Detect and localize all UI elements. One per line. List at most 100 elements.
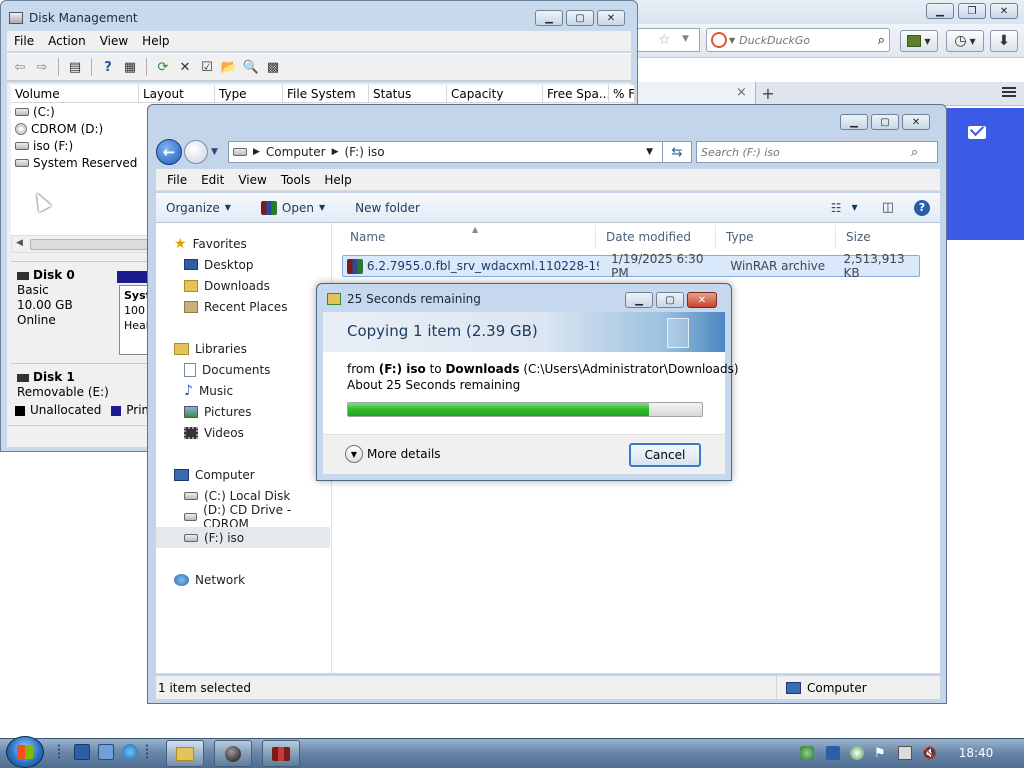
history-button[interactable]: ◷ ▼ [946, 30, 984, 52]
nav-downloads[interactable]: Downloads [184, 275, 270, 296]
close-button[interactable]: ✕ [990, 3, 1018, 19]
search-input[interactable] [739, 33, 870, 47]
search-engine-dropdown-icon[interactable]: ▼ [729, 36, 735, 45]
volume-row[interactable]: iso (F:) [11, 137, 151, 154]
close-button[interactable]: ✕ [597, 10, 625, 26]
nav-computer[interactable]: Computer [174, 464, 255, 485]
bookmark-star-icon[interactable]: ☆ [658, 32, 671, 48]
action-center-flag-icon[interactable]: ⚑ [874, 746, 888, 761]
internet-explorer-icon[interactable] [122, 744, 138, 760]
minimize-button[interactable]: ▁ [926, 3, 954, 19]
bookmarks-button[interactable]: ▼ [900, 30, 938, 52]
search-icon[interactable]: ⌕ [878, 33, 885, 48]
nav-network[interactable]: Network [174, 569, 245, 590]
col-name[interactable]: Name [340, 225, 596, 249]
refresh-button[interactable]: ⇆ [662, 141, 692, 163]
scrollbar-thumb[interactable] [30, 239, 148, 250]
delete-icon[interactable]: ✕ [176, 58, 194, 76]
col-size[interactable]: Size [836, 225, 916, 249]
menu-help[interactable]: Help [317, 173, 358, 187]
open-folder-icon[interactable]: 📂 [220, 58, 238, 76]
nav-cd-drive[interactable]: (D:) CD Drive - CDROM [184, 503, 331, 531]
downloads-button[interactable]: ⬇ [990, 30, 1018, 52]
open-button[interactable]: Open ▼ [260, 200, 325, 215]
browser-tab[interactable]: × [620, 82, 756, 105]
volume-muted-icon[interactable]: 🔇 [922, 746, 937, 760]
nav-documents[interactable]: Documents [184, 359, 270, 380]
nav-libraries[interactable]: Libraries [174, 338, 247, 359]
minimize-button[interactable]: ▁ [535, 10, 563, 26]
taskbar-disk-management-button[interactable] [214, 740, 252, 767]
col-percent-free[interactable]: % F [609, 85, 635, 102]
menu-tools[interactable]: Tools [274, 173, 318, 187]
menu-edit[interactable]: Edit [194, 173, 231, 187]
view-dropdown-icon[interactable]: ▼ [852, 203, 858, 212]
nav-favorites[interactable]: ★ Favorites [174, 233, 247, 254]
breadcrumb-separator-icon[interactable]: ▶ [253, 147, 260, 157]
volume-row[interactable]: (C:) [11, 103, 151, 120]
show-hide-console-tree-icon[interactable]: ▤ [66, 58, 84, 76]
new-folder-button[interactable]: New folder [355, 201, 420, 215]
menu-file[interactable]: File [160, 173, 194, 187]
scroll-left-icon[interactable]: ◀ [16, 238, 23, 248]
close-button[interactable]: ✕ [687, 292, 717, 308]
col-type[interactable]: Type [716, 225, 836, 249]
source-location[interactable]: (F:) iso [379, 362, 426, 376]
recent-pages-dropdown-icon[interactable]: ▼ [211, 147, 218, 157]
destination-location[interactable]: Downloads [445, 362, 519, 376]
nav-videos[interactable]: Videos [184, 422, 244, 443]
help-icon[interactable]: ? [99, 58, 117, 76]
close-button[interactable]: ✕ [902, 114, 930, 130]
search-icon[interactable]: ⌕ [911, 145, 918, 160]
tab-close-icon[interactable]: × [736, 85, 747, 100]
organize-button[interactable]: Organize ▼ [166, 201, 231, 215]
nav-desktop[interactable]: Desktop [184, 254, 254, 275]
restore-button[interactable]: ❐ [958, 3, 986, 19]
show-desktop-icon[interactable] [74, 744, 90, 760]
menu-view[interactable]: View [93, 34, 135, 48]
forward-button[interactable] [184, 140, 208, 164]
disk1-panel[interactable]: Disk 1 Removable (E:) [11, 363, 151, 403]
search-box[interactable]: ▼ ⌕ [706, 28, 890, 52]
change-view-icon[interactable]: ☷ [831, 201, 842, 215]
network-tray-icon[interactable] [800, 746, 814, 760]
forward-arrow-icon[interactable]: ⇨ [33, 58, 51, 76]
back-button[interactable]: ← [156, 139, 182, 165]
security-tray-icon[interactable] [850, 746, 864, 760]
col-file-system[interactable]: File System [283, 85, 369, 102]
col-volume[interactable]: Volume [11, 85, 139, 102]
col-status[interactable]: Status [369, 85, 447, 102]
col-date-modified[interactable]: Date modified [596, 225, 716, 249]
nav-pictures[interactable]: Pictures [184, 401, 252, 422]
col-layout[interactable]: Layout [139, 85, 215, 102]
grid-icon[interactable]: ▩ [264, 58, 282, 76]
minimize-button[interactable]: ▁ [840, 114, 868, 130]
col-capacity[interactable]: Capacity [447, 85, 543, 102]
address-bar[interactable]: ▶ Computer ▶ (F:) iso ▼ [228, 141, 692, 163]
back-arrow-icon[interactable]: ⇦ [11, 58, 29, 76]
cancel-button[interactable]: Cancel [629, 443, 701, 467]
maximize-button[interactable]: ▢ [566, 10, 594, 26]
switch-windows-icon[interactable] [98, 744, 114, 760]
nav-music[interactable]: ♪ Music [184, 380, 233, 401]
address-dropdown-icon[interactable]: ▼ [646, 147, 653, 157]
horizontal-scrollbar[interactable]: ◀ [11, 235, 151, 253]
minimize-button[interactable]: ▁ [625, 292, 653, 308]
menu-view[interactable]: View [231, 173, 273, 187]
display-tray-icon[interactable] [826, 746, 840, 760]
menu-icon[interactable] [1002, 87, 1016, 99]
start-button[interactable] [6, 736, 44, 768]
help-icon[interactable]: ? [914, 199, 930, 216]
search-box[interactable]: ⌕ [696, 141, 938, 163]
maximize-button[interactable]: ▢ [871, 114, 899, 130]
preview-pane-icon[interactable]: ◫ [882, 200, 894, 215]
breadcrumb-separator-icon[interactable]: ▶ [332, 147, 339, 157]
menu-action[interactable]: Action [41, 34, 93, 48]
maximize-button[interactable]: ▢ [656, 292, 684, 308]
nav-iso[interactable]: (F:) iso [156, 527, 330, 548]
breadcrumb-iso[interactable]: (F:) iso [345, 145, 385, 159]
more-details-toggle[interactable]: ▼ More details [345, 445, 441, 463]
new-tab-button[interactable]: + [756, 84, 780, 104]
taskbar-winrar-button[interactable] [262, 740, 300, 767]
properties-icon[interactable]: ☑ [198, 58, 216, 76]
